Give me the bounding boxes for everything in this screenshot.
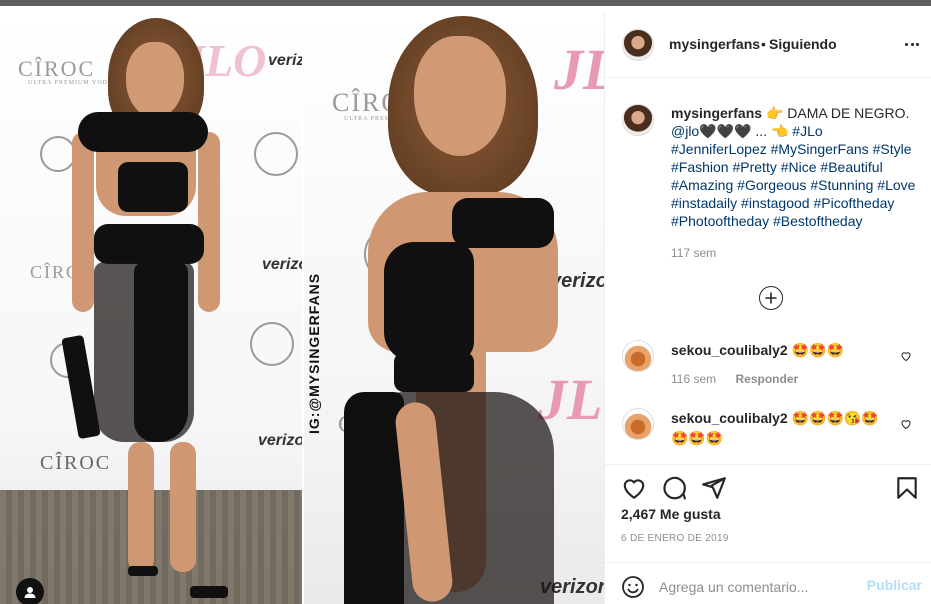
post-media[interactable]: CÎROC ULTRA PREMIUM VODKA CÎROC CÎROC ve…	[0, 12, 604, 604]
hearts-emoji: 🖤🖤🖤	[699, 123, 752, 139]
ciroc-logo: CÎROC	[18, 56, 96, 81]
heart-icon[interactable]	[621, 475, 647, 501]
hashtag-link[interactable]: #instagood	[741, 195, 810, 211]
hashtag-link[interactable]: #JenniferLopez	[671, 141, 767, 157]
jlo-logo-right-2: JLO	[538, 367, 604, 432]
action-bar	[605, 464, 931, 504]
hashtag-link[interactable]: #Fashion	[671, 159, 729, 175]
caption-line: DAMA DE NEGRO.	[787, 105, 910, 121]
more-horizontal-icon[interactable]	[902, 34, 922, 54]
post-header: mysingerfans • Siguiendo	[605, 12, 931, 78]
verizon-logo: verizon	[268, 52, 302, 69]
commenter-username[interactable]: sekou_coulibaly2	[671, 410, 788, 426]
hashtag-link[interactable]: #Amazing	[671, 177, 733, 193]
ciroc-tagline: ULTRA PREMIUM VODKA	[28, 80, 119, 86]
hashtag-link[interactable]: #Style	[873, 141, 912, 157]
commenter-avatar[interactable]	[622, 408, 654, 440]
user-tag-icon[interactable]	[16, 578, 44, 604]
hashtag-link[interactable]: #Bestoftheday	[773, 213, 863, 229]
separator-dot: •	[761, 36, 766, 52]
follow-status-button[interactable]: Siguiendo	[769, 36, 837, 52]
comment-heart-icon[interactable]	[900, 350, 912, 362]
caption-avatar[interactable]	[622, 104, 654, 136]
caption-username[interactable]: mysingerfans	[671, 105, 762, 121]
post-date: 6 DE ENERO DE 2019	[621, 533, 729, 544]
verizon-logo-3: verizon	[258, 432, 302, 449]
comment-body: 🤩🤩🤩	[791, 342, 844, 358]
hashtag-link[interactable]: #Gorgeous	[737, 177, 806, 193]
paper-plane-icon[interactable]	[701, 475, 727, 501]
publish-button[interactable]: Publicar	[867, 577, 922, 593]
comment-meta: 116 sem Responder	[671, 372, 798, 386]
point-right-emoji: 👉	[765, 105, 784, 121]
hashtag-link[interactable]: #Nice	[781, 159, 817, 175]
reply-button[interactable]: Responder	[735, 372, 798, 386]
hashtag-link[interactable]: #instadaily	[671, 195, 737, 211]
southampton-seal-2	[250, 322, 294, 366]
caption-ellipsis: ...	[755, 123, 768, 139]
jlo-logo-right: JLO	[554, 37, 604, 102]
mention-link[interactable]: @jlo	[671, 123, 699, 139]
photo-right: CÎROC ULTRA PREMIUM CÎROC verizon verizo…	[304, 12, 604, 604]
caption-text: mysingerfans 👉 DAMA DE NEGRO. @jlo🖤🖤🖤 ..…	[671, 104, 921, 230]
hashtag-link[interactable]: #Love	[877, 177, 915, 193]
commenter-username[interactable]: sekou_coulibaly2	[671, 342, 788, 358]
point-left-emoji: 👈	[770, 123, 789, 139]
caption-timestamp: 117 sem	[671, 246, 717, 260]
watermark-text: IG:@MYSINGERFANS	[306, 272, 322, 434]
likes-count[interactable]: 2,467 Me gusta	[621, 506, 721, 522]
photo-left: CÎROC ULTRA PREMIUM VODKA CÎROC CÎROC ve…	[0, 12, 302, 604]
hashtag-link[interactable]: #Pretty	[732, 159, 776, 175]
comment-text: sekou_coulibaly2 🤩🤩🤩	[671, 340, 891, 360]
post-side-panel: mysingerfans • Siguiendo mysingerfans 👉 …	[604, 12, 931, 604]
hashtag-link[interactable]: #MySingerFans	[771, 141, 869, 157]
bookmark-icon[interactable]	[894, 475, 920, 501]
comment-timestamp: 116 sem	[671, 372, 717, 386]
comment-heart-icon[interactable]	[900, 418, 912, 430]
comment-icon[interactable]	[661, 475, 687, 501]
hashtag-link[interactable]: #Beautiful	[820, 159, 882, 175]
hashtag-link[interactable]: #Stunning	[810, 177, 873, 193]
hashtag-link[interactable]: #Photooftheday	[671, 213, 769, 229]
verizon-logo-2: verizon	[262, 256, 302, 273]
hashtag-link[interactable]: #Picoftheday	[813, 195, 894, 211]
emoji-icon[interactable]	[621, 575, 645, 599]
comment-composer: Publicar	[605, 562, 931, 604]
app-frame: CÎROC ULTRA PREMIUM VODKA CÎROC CÎROC ve…	[0, 0, 931, 604]
verizon-logo-right: verizon	[550, 270, 604, 292]
southampton-seal	[254, 132, 298, 176]
commenter-avatar[interactable]	[622, 340, 654, 372]
ciroc-logo-3: CÎROC	[40, 452, 112, 474]
author-avatar[interactable]	[622, 29, 654, 61]
author-username[interactable]: mysingerfans	[669, 36, 760, 52]
southampton-seal-3	[40, 136, 76, 172]
hashtag-link[interactable]: #JLo	[792, 123, 822, 139]
comment-text: sekou_coulibaly2 🤩🤩🤩😘🤩🤩🤩🤩	[671, 408, 891, 448]
comment-input[interactable]	[659, 575, 859, 599]
plus-circle-icon[interactable]	[759, 286, 783, 310]
